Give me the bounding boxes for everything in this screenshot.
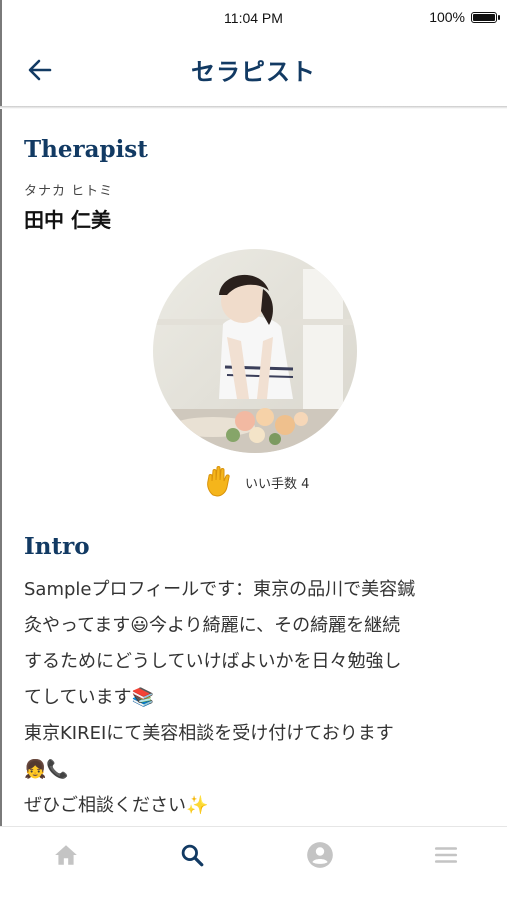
tab-home[interactable] bbox=[46, 839, 86, 871]
left-edge-rule bbox=[0, 0, 2, 900]
intro-line: 👧📞 bbox=[24, 759, 69, 780]
account-icon bbox=[307, 842, 333, 868]
therapist-avatar bbox=[153, 249, 357, 453]
bottom-tab-bar bbox=[0, 826, 507, 901]
likes-label: いい手数 4 bbox=[245, 476, 310, 492]
status-bar: 11:04 PM 100% bbox=[0, 0, 507, 36]
tab-menu[interactable] bbox=[426, 839, 466, 871]
intro-line: 灸やってます😃今より綺麗に、その綺麗を継続 bbox=[24, 615, 401, 636]
therapist-section-title: Therapist bbox=[24, 136, 148, 163]
app-header: セラピスト bbox=[0, 36, 507, 106]
battery-percent: 100% bbox=[429, 9, 465, 25]
intro-line: てしています📚 bbox=[24, 687, 154, 708]
intro-line: するためにどうしていけばよいかを日々勉強し bbox=[24, 651, 402, 672]
battery-icon bbox=[471, 11, 500, 23]
raised-hand-icon bbox=[207, 466, 230, 497]
intro-line: 東京KIREIにて美容相談を受け付けております bbox=[24, 723, 394, 744]
intro-line: Sampleプロフィールです：東京の品川で美容鍼 bbox=[24, 579, 416, 600]
search-icon bbox=[181, 844, 204, 867]
intro-section-title: Intro bbox=[24, 533, 90, 560]
tab-search[interactable] bbox=[172, 839, 212, 871]
therapist-name-kana: タナカ ヒトミ bbox=[24, 184, 114, 199]
intro-line: ぜひご相談ください✨ bbox=[24, 795, 209, 816]
status-right: 100% bbox=[429, 9, 500, 25]
intro-text: Sampleプロフィールです：東京の品川で美容鍼 灸やってます😃今より綺麗に、そ… bbox=[24, 572, 486, 824]
home-icon bbox=[55, 845, 77, 865]
header-divider bbox=[0, 106, 507, 109]
likes-count[interactable]: いい手数 4 bbox=[205, 465, 309, 499]
menu-icon bbox=[434, 847, 458, 863]
page-title: セラピスト bbox=[191, 58, 316, 86]
tab-account[interactable] bbox=[300, 839, 340, 871]
therapist-name: 田中 仁美 bbox=[24, 208, 111, 232]
